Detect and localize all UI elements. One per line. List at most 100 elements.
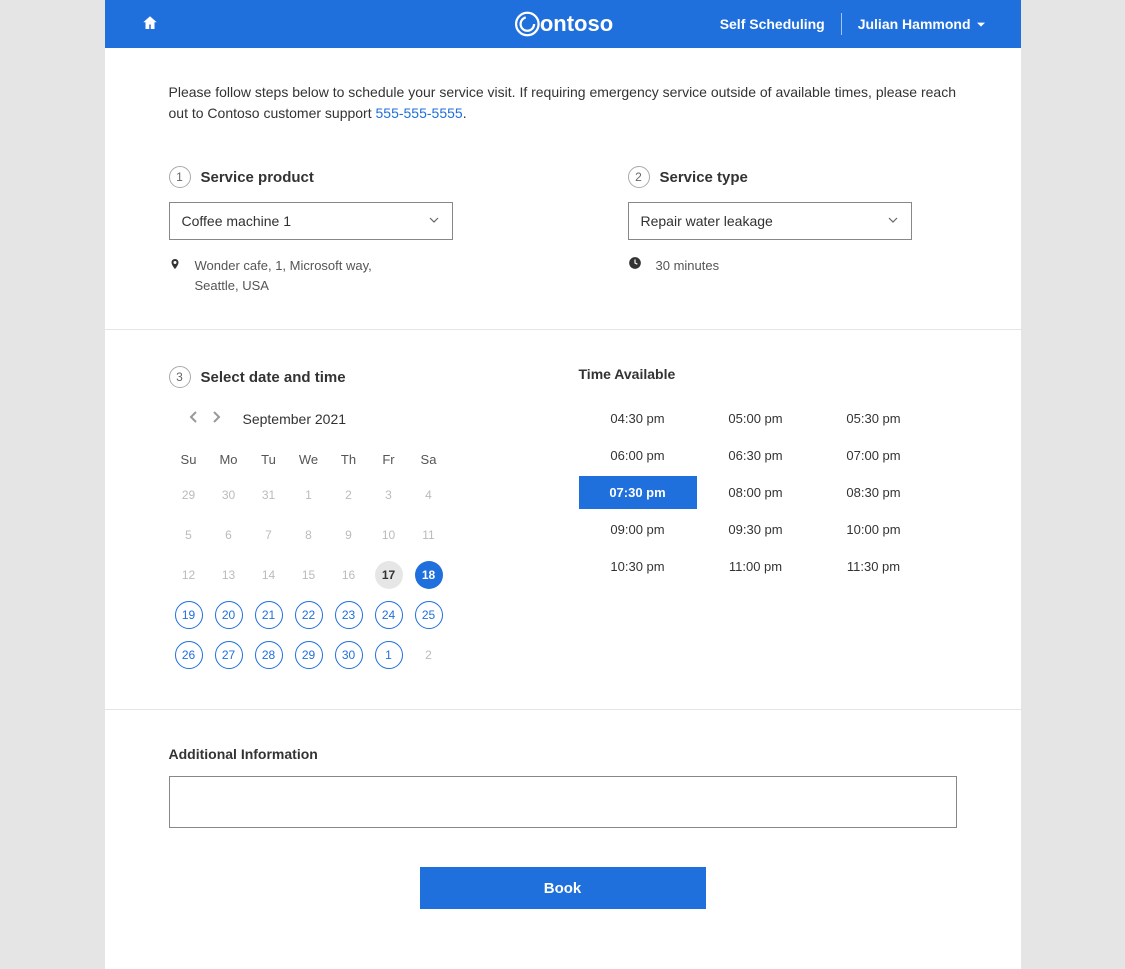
calendar-day: 31: [249, 475, 289, 515]
calendar-dow: Su: [169, 443, 209, 475]
steps-row: 1 Service product Coffee machine 1 Wonde…: [169, 166, 957, 295]
intro-text: Please follow steps below to schedule yo…: [169, 82, 957, 124]
user-menu[interactable]: Julian Hammond: [858, 16, 985, 32]
calendar-dow: Mo: [209, 443, 249, 475]
calendar-day[interactable]: 26: [169, 635, 209, 675]
support-phone-link[interactable]: 555-555-5555: [376, 105, 463, 121]
calendar-day: 8: [289, 515, 329, 555]
chevron-down-icon: [887, 213, 899, 229]
calendar-day: 4: [409, 475, 449, 515]
time-slot[interactable]: 06:30 pm: [697, 439, 815, 472]
calendar-day: 15: [289, 555, 329, 595]
step-date-time: 3 Select date and time September 2021 Su…: [169, 330, 957, 675]
service-duration: 30 minutes: [628, 256, 957, 276]
chevron-down-icon: [428, 213, 440, 229]
calendar-day: 14: [249, 555, 289, 595]
prev-month-icon[interactable]: [189, 410, 199, 427]
calendar-day[interactable]: 21: [249, 595, 289, 635]
calendar-day: 1: [289, 475, 329, 515]
time-slot[interactable]: 07:30 pm: [579, 476, 697, 509]
calendar-day[interactable]: 25: [409, 595, 449, 635]
calendar-day[interactable]: 19: [169, 595, 209, 635]
app-container: ontoso Self Scheduling Julian Hammond Pl…: [105, 0, 1021, 969]
time-panel: Time Available 04:30 pm05:00 pm05:30 pm0…: [529, 366, 957, 675]
calendar-day: 30: [209, 475, 249, 515]
time-slot[interactable]: 09:30 pm: [697, 513, 815, 546]
calendar-day: 10: [369, 515, 409, 555]
map-pin-icon: [169, 256, 181, 275]
step-number: 3: [169, 366, 191, 388]
time-slot[interactable]: 10:30 pm: [579, 550, 697, 583]
calendar-day[interactable]: 30: [329, 635, 369, 675]
intro-period: .: [463, 105, 467, 121]
calendar-day[interactable]: 27: [209, 635, 249, 675]
step-title: Select date and time: [201, 369, 346, 386]
user-name: Julian Hammond: [858, 16, 971, 32]
calendar-day: 29: [169, 475, 209, 515]
step-title: Service type: [660, 169, 748, 186]
next-month-icon[interactable]: [211, 410, 221, 427]
duration-text: 30 minutes: [656, 256, 720, 276]
header-right: Self Scheduling Julian Hammond: [720, 13, 985, 35]
time-slot[interactable]: 09:00 pm: [579, 513, 697, 546]
additional-info-input[interactable]: [169, 776, 957, 828]
calendar-day[interactable]: 20: [209, 595, 249, 635]
clock-icon: [628, 256, 642, 273]
time-available-title: Time Available: [579, 366, 957, 382]
calendar-dow: Th: [329, 443, 369, 475]
bottom-section: Additional Information Book: [105, 710, 1021, 969]
calendar-nav: September 2021: [189, 410, 529, 427]
step-service-type: 2 Service type Repair water leakage 30 m…: [628, 166, 957, 295]
calendar-dow: Tu: [249, 443, 289, 475]
service-type-select[interactable]: Repair water leakage: [628, 202, 912, 240]
calendar-dow: Fr: [369, 443, 409, 475]
caret-down-icon: [977, 16, 985, 32]
calendar-day[interactable]: 28: [249, 635, 289, 675]
calendar-day[interactable]: 1: [369, 635, 409, 675]
additional-info-label: Additional Information: [169, 746, 957, 762]
calendar-day: 2: [329, 475, 369, 515]
select-value: Repair water leakage: [641, 213, 773, 229]
calendar-day: 16: [329, 555, 369, 595]
calendar-dow: Sa: [409, 443, 449, 475]
address-line1: Wonder cafe, 1, Microsoft way,: [195, 256, 372, 276]
time-slot[interactable]: 04:30 pm: [579, 402, 697, 435]
main-content: Please follow steps below to schedule yo…: [105, 48, 1021, 710]
step-service-product: 1 Service product Coffee machine 1 Wonde…: [169, 166, 498, 295]
month-label: September 2021: [243, 411, 347, 427]
calendar-day[interactable]: 29: [289, 635, 329, 675]
time-slot[interactable]: 10:00 pm: [815, 513, 933, 546]
calendar-day: 9: [329, 515, 369, 555]
time-slot[interactable]: 11:30 pm: [815, 550, 933, 583]
calendar-day[interactable]: 24: [369, 595, 409, 635]
time-slot[interactable]: 11:00 pm: [697, 550, 815, 583]
time-slot[interactable]: 05:00 pm: [697, 402, 815, 435]
calendar-day: 12: [169, 555, 209, 595]
time-slot[interactable]: 07:00 pm: [815, 439, 933, 472]
book-button[interactable]: Book: [420, 867, 706, 909]
calendar-day[interactable]: 18: [409, 555, 449, 595]
calendar-day[interactable]: 23: [329, 595, 369, 635]
self-scheduling-link[interactable]: Self Scheduling: [720, 16, 825, 32]
header-divider: [841, 13, 842, 35]
calendar-grid: SuMoTuWeThFrSa29303112345678910111213141…: [169, 443, 529, 675]
intro-before: Please follow steps below to schedule yo…: [169, 84, 957, 121]
home-icon[interactable]: [141, 14, 159, 35]
calendar-dow: We: [289, 443, 329, 475]
time-slot[interactable]: 05:30 pm: [815, 402, 933, 435]
calendar-day: 3: [369, 475, 409, 515]
app-header: ontoso Self Scheduling Julian Hammond: [105, 0, 1021, 48]
service-product-select[interactable]: Coffee machine 1: [169, 202, 453, 240]
step-title: Service product: [201, 169, 314, 186]
calendar-day: 6: [209, 515, 249, 555]
calendar-day[interactable]: 17: [369, 555, 409, 595]
calendar-day[interactable]: 22: [289, 595, 329, 635]
address-line2: Seattle, USA: [195, 276, 372, 296]
step-number: 2: [628, 166, 650, 188]
time-slot[interactable]: 08:00 pm: [697, 476, 815, 509]
calendar-day: 5: [169, 515, 209, 555]
select-value: Coffee machine 1: [182, 213, 291, 229]
time-slot[interactable]: 06:00 pm: [579, 439, 697, 472]
calendar-day: 11: [409, 515, 449, 555]
time-slot[interactable]: 08:30 pm: [815, 476, 933, 509]
